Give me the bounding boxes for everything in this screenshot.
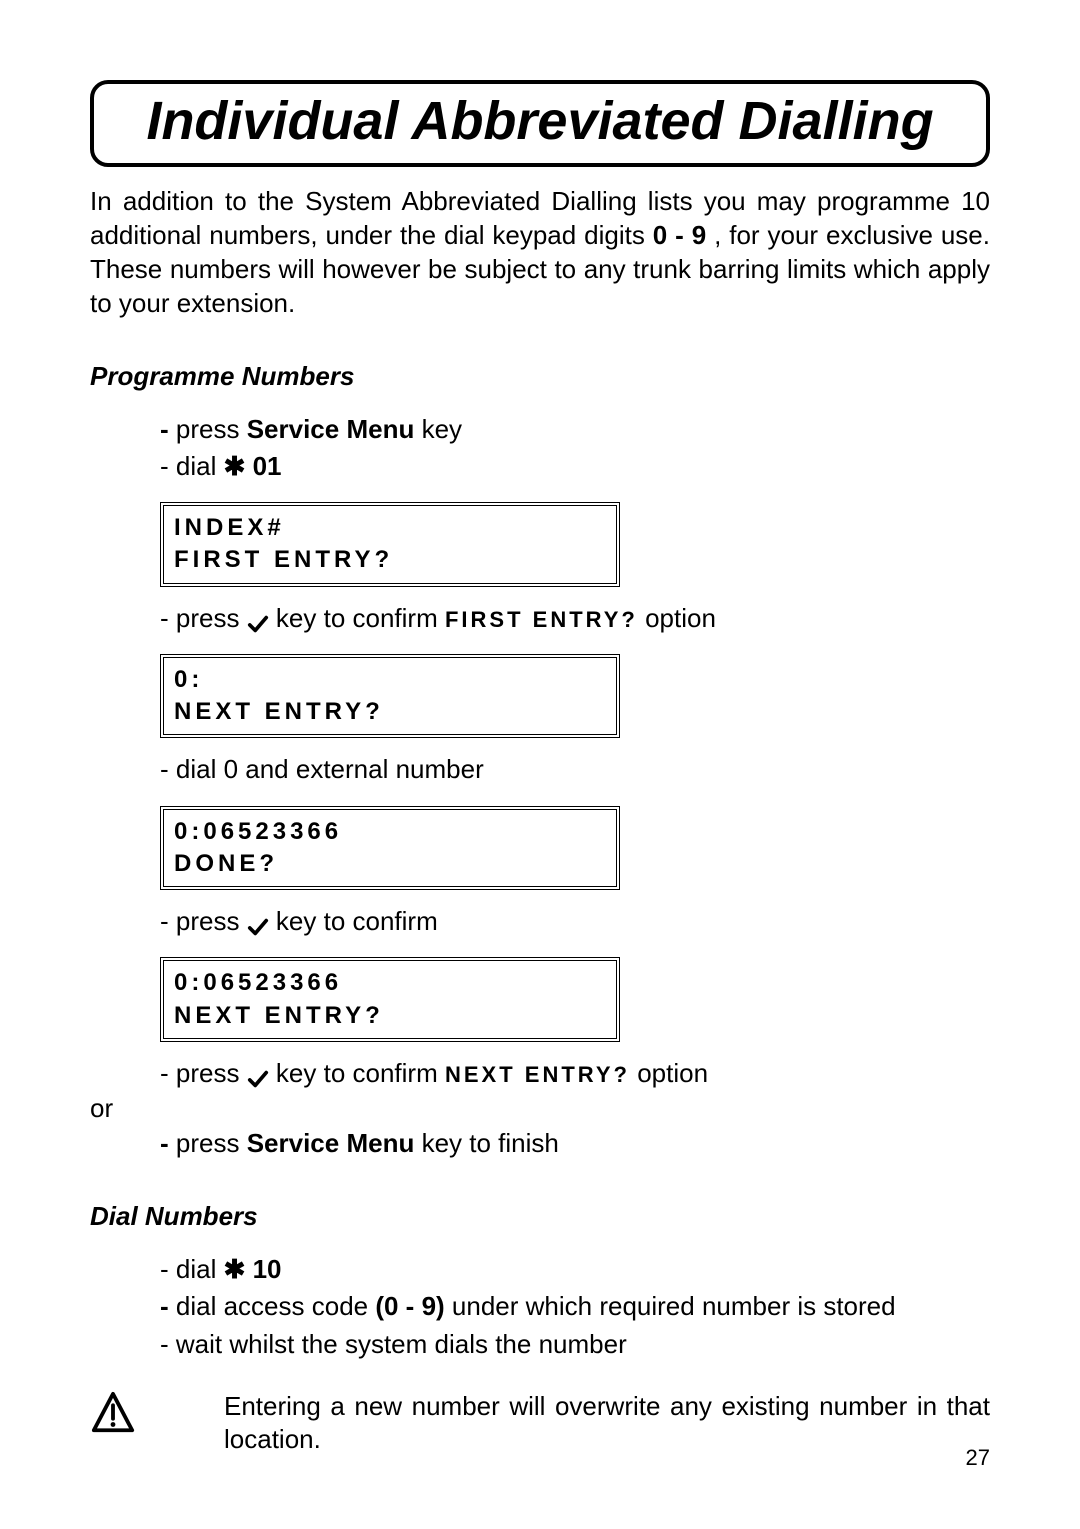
lcd-display-3: 0:06523366 DONE? xyxy=(160,806,620,891)
step-dash: - xyxy=(160,1291,176,1321)
dial-steps: - dial ✱ 10 - dial access code (0 - 9) u… xyxy=(160,1252,990,1361)
step-confirm-next-entry: - press key to confirm NEXT ENTRY? optio… xyxy=(160,1056,990,1091)
inline-lcd-text: NEXT ENTRY? xyxy=(445,1062,630,1087)
step-confirm-first-entry: - press key to confirm FIRST ENTRY? opti… xyxy=(160,601,990,636)
lcd-line: 0:06523366 xyxy=(174,967,606,999)
lcd-line: 0:06523366 xyxy=(174,816,606,848)
step-text: press xyxy=(176,1128,247,1158)
star-key-icon: ✱ xyxy=(224,1254,246,1284)
service-menu-key: Service Menu xyxy=(247,1128,415,1158)
check-icon xyxy=(247,1064,269,1086)
service-menu-key: Service Menu xyxy=(247,414,415,444)
step-confirm-done: - press key to confirm xyxy=(160,904,990,939)
intro-bold-range: 0 - 9 xyxy=(653,220,706,250)
lcd-line: 0: xyxy=(174,664,606,696)
step-press-service-menu-finish: - press Service Menu key to finish xyxy=(160,1126,990,1161)
step-dash: - xyxy=(160,414,176,444)
warning-icon xyxy=(90,1390,136,1436)
programme-steps: - press Service Menu key - dial ✱ 01 IND… xyxy=(160,412,990,1092)
step-dial-access-code: - dial access code (0 - 9) under which r… xyxy=(160,1289,990,1324)
section-title-programme: Programme Numbers xyxy=(90,361,990,392)
page-title-box: Individual Abbreviated Dialling xyxy=(90,80,990,167)
step-text: key to finish xyxy=(414,1128,559,1158)
step-text: - wait whilst the system dials the numbe… xyxy=(160,1329,627,1359)
access-code-range: (0 - 9) xyxy=(375,1291,444,1321)
step-text: - press xyxy=(160,603,247,633)
check-icon xyxy=(247,912,269,934)
dial-code: 01 xyxy=(245,451,281,481)
step-text: key to confirm xyxy=(276,1058,445,1088)
step-dial-01: - dial ✱ 01 xyxy=(160,449,990,484)
page-number: 27 xyxy=(966,1445,990,1471)
check-icon xyxy=(247,609,269,631)
star-key-icon: ✱ xyxy=(224,451,246,481)
step-text: under which required number is stored xyxy=(445,1291,896,1321)
step-text: dial access code xyxy=(176,1291,375,1321)
lcd-line: INDEX# xyxy=(174,512,606,544)
step-text: - dial xyxy=(160,451,224,481)
step-text: key xyxy=(414,414,462,444)
lcd-line: NEXT ENTRY? xyxy=(174,696,606,728)
warning-text: Entering a new number will overwrite any… xyxy=(224,1390,990,1458)
dial-code: 10 xyxy=(245,1254,281,1284)
document-page: Individual Abbreviated Dialling In addit… xyxy=(0,0,1080,1529)
warning-block: Entering a new number will overwrite any… xyxy=(90,1390,990,1458)
step-dial-0-external: - dial 0 and external number xyxy=(160,752,990,787)
step-text: option xyxy=(638,603,716,633)
lcd-line: FIRST ENTRY? xyxy=(174,544,606,576)
page-title: Individual Abbreviated Dialling xyxy=(118,92,962,151)
section-title-dial: Dial Numbers xyxy=(90,1201,990,1232)
step-text: press xyxy=(176,414,247,444)
lcd-line: DONE? xyxy=(174,848,606,880)
step-text: option xyxy=(630,1058,708,1088)
lcd-display-2: 0: NEXT ENTRY? xyxy=(160,654,620,739)
step-text: - dial xyxy=(160,1254,224,1284)
programme-steps-finish: - press Service Menu key to finish xyxy=(160,1126,990,1161)
step-wait-dial: - wait whilst the system dials the numbe… xyxy=(160,1327,990,1362)
step-text: - press xyxy=(160,906,247,936)
intro-paragraph: In addition to the System Abbreviated Di… xyxy=(90,185,990,320)
step-text: - dial 0 and external number xyxy=(160,754,484,784)
lcd-display-1: INDEX# FIRST ENTRY? xyxy=(160,502,620,587)
step-text: key to confirm xyxy=(276,603,445,633)
inline-lcd-text: FIRST ENTRY? xyxy=(445,607,638,632)
step-text: key to confirm xyxy=(276,906,438,936)
step-press-service-menu: - press Service Menu key xyxy=(160,412,990,447)
lcd-display-4: 0:06523366 NEXT ENTRY? xyxy=(160,957,620,1042)
or-separator: or xyxy=(90,1093,990,1124)
step-text: - press xyxy=(160,1058,247,1088)
step-dash: - xyxy=(160,1128,176,1158)
step-dial-10: - dial ✱ 10 xyxy=(160,1252,990,1287)
lcd-line: NEXT ENTRY? xyxy=(174,1000,606,1032)
